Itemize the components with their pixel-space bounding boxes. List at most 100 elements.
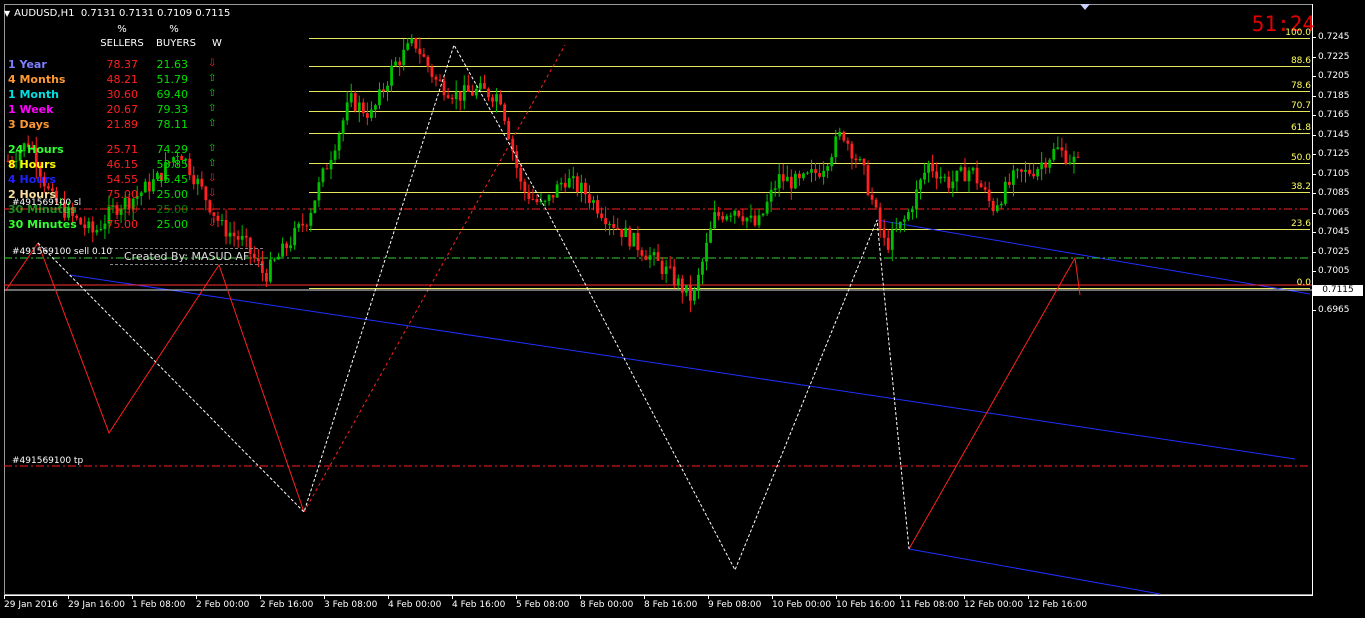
candle-body (1007, 181, 1011, 185)
candle-body (220, 219, 224, 221)
candle-body (575, 176, 579, 192)
candle-body (228, 232, 232, 237)
arrow-up-icon: ⇧ (208, 73, 217, 84)
candle-body (793, 173, 797, 189)
candle-body (802, 173, 805, 179)
candle-body (963, 167, 967, 182)
buyers-value: 79.33 (156, 103, 189, 116)
candle-body (365, 113, 369, 118)
candle-body (374, 105, 377, 110)
candle-body (600, 213, 603, 219)
candle-body (797, 173, 801, 179)
buyers-value: 25.00 (156, 203, 189, 216)
candle-body (1028, 169, 1031, 174)
candle-body (378, 89, 381, 106)
x-tick-label: 4 Feb 00:00 (388, 600, 442, 610)
candle-body (931, 162, 935, 172)
buyers-value: 78.11 (156, 118, 189, 131)
buyers-value: 69.40 (156, 88, 189, 101)
candle-body (979, 183, 983, 188)
candle-body (995, 205, 999, 212)
candle-body (269, 259, 272, 282)
x-tick-label: 2 Feb 16:00 (260, 600, 314, 610)
arrow-down-icon: ⇩ (208, 218, 217, 229)
candle-body (1060, 147, 1064, 151)
candle-body (422, 54, 426, 57)
candle-body (668, 266, 672, 268)
candle-body (898, 221, 902, 229)
candle-body (749, 215, 753, 218)
x-tick-label: 4 Feb 16:00 (452, 600, 506, 610)
candle-body (592, 200, 595, 203)
y-tick-label: 0.7125 (1318, 148, 1350, 159)
candle-body (297, 223, 301, 228)
candle-body (701, 261, 704, 275)
candle-body (1052, 148, 1056, 160)
candle-body (386, 85, 389, 92)
sellers-value: 25.71 (106, 143, 139, 156)
candle-body (487, 88, 490, 98)
candle-body (446, 95, 450, 98)
candle-body (907, 212, 910, 220)
candle-body (999, 203, 1003, 206)
candle-body (398, 61, 402, 66)
triangle-down-icon[interactable]: ▼ (4, 9, 10, 18)
candle-body (967, 170, 971, 182)
candle-body (890, 229, 894, 250)
fib-level-label: 88.6 (1290, 55, 1311, 66)
candle-body (1003, 181, 1007, 204)
buyers-value: 45.45 (156, 173, 189, 186)
x-tick-label: 2 Feb 00:00 (196, 600, 250, 610)
y-tick-label: 0.7105 (1318, 168, 1350, 179)
x-tick-label: 8 Feb 00:00 (580, 600, 634, 610)
candle-body (596, 200, 599, 214)
candle-body (555, 184, 559, 198)
candle-body (951, 181, 955, 189)
candle-body (765, 201, 769, 214)
price-chart[interactable] (0, 0, 1365, 618)
buyers-value: 25.00 (156, 188, 189, 201)
y-tick-label: 0.6965 (1318, 304, 1350, 315)
candle-body (939, 176, 943, 179)
x-tick-label: 9 Feb 08:00 (708, 600, 762, 610)
candle-body (769, 189, 773, 202)
candle-body (527, 191, 531, 200)
fib-level-label: 50.0 (1290, 152, 1311, 163)
y-tick-label: 0.7205 (1318, 70, 1350, 81)
y-tick-label: 0.7245 (1318, 31, 1350, 42)
candle-body (1044, 162, 1048, 168)
chart-shift-marker[interactable] (1080, 4, 1090, 10)
x-tick-label: 8 Feb 16:00 (644, 600, 698, 610)
candle-body (737, 210, 741, 217)
candle-body (846, 140, 850, 144)
candle-body (1068, 162, 1072, 164)
candle-body (143, 181, 147, 193)
candle-body (353, 93, 357, 111)
candle-body (491, 97, 494, 102)
y-tick-label: 0.7165 (1318, 109, 1350, 120)
candle-body (535, 199, 539, 203)
x-tick-label: 3 Feb 08:00 (324, 600, 378, 610)
buyers-value: 25.00 (156, 218, 189, 231)
candle-body (438, 79, 442, 81)
candle-body (991, 200, 995, 212)
period-label: 1 Month (8, 88, 59, 101)
candle-body (341, 120, 345, 135)
candle-body (894, 228, 898, 230)
x-tick-label: 29 Jan 2016 (4, 600, 58, 610)
candle-body (688, 284, 692, 301)
candle-body (697, 274, 700, 290)
candle-body (309, 212, 313, 226)
candle-body (551, 194, 555, 198)
candle-body (232, 232, 236, 237)
candle-body (474, 88, 478, 96)
arrow-down-icon: ⇩ (208, 173, 217, 184)
candle-body (1064, 150, 1068, 164)
candle-body (1036, 169, 1040, 177)
candle-body (285, 243, 289, 249)
candle-body (382, 89, 385, 92)
w-header: W (212, 38, 222, 49)
candle-body (761, 213, 765, 216)
candle-body (854, 158, 858, 161)
x-tick-label: 1 Feb 08:00 (132, 600, 186, 610)
